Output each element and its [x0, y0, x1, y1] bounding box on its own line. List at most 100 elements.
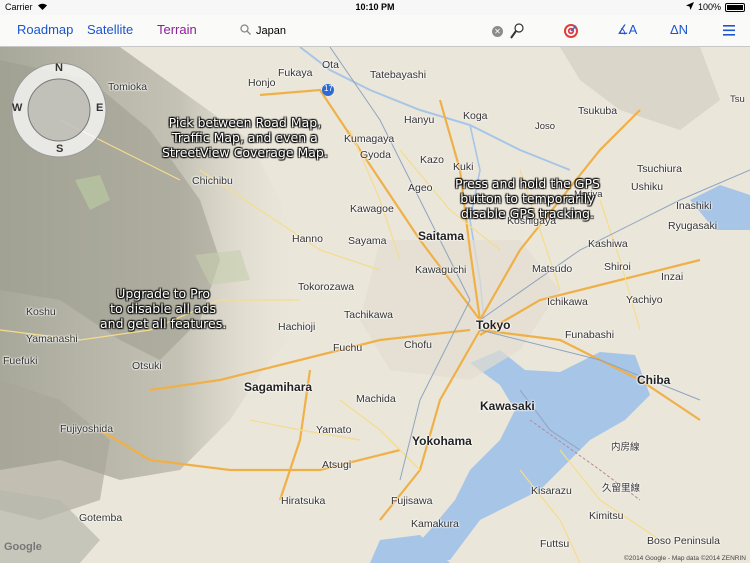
- place-label: Kuki: [453, 161, 474, 173]
- place-label: Koshu: [26, 306, 56, 318]
- compass-north-label: N: [55, 62, 63, 74]
- menu-icon[interactable]: [723, 24, 735, 39]
- compass-south-label: S: [56, 143, 64, 155]
- place-label: Joso: [535, 121, 556, 132]
- place-label: 久留里線: [602, 483, 641, 494]
- place-label: Boso Peninsula: [647, 535, 720, 547]
- place-label: Sayama: [348, 235, 387, 247]
- status-right: 100%: [685, 2, 745, 12]
- google-logo: Google: [4, 541, 42, 553]
- delta-button[interactable]: ΔN: [670, 22, 688, 37]
- search-icon: [240, 24, 256, 38]
- place-label: Kawaguchi: [415, 264, 467, 276]
- place-label: Fuchu: [333, 342, 363, 354]
- place-label: Gotemba: [79, 512, 123, 524]
- place-label: Tomioka: [108, 81, 148, 93]
- road-map-tip: Pick between Road Map, Traffic Map, and …: [162, 115, 328, 160]
- search-bar[interactable]: ✕: [240, 20, 503, 42]
- place-label: Tsukuba: [578, 105, 618, 117]
- compass-east-label: E: [96, 102, 104, 114]
- place-label: Chofu: [404, 339, 433, 351]
- place-label: Fujiyoshida: [60, 423, 114, 435]
- upgrade-tip: Upgrade to Pro to disable all ads and ge…: [100, 286, 226, 331]
- place-label: Inashiki: [676, 200, 712, 212]
- place-label: Futtsu: [540, 538, 570, 550]
- tip-line: button to temporarily: [460, 191, 595, 206]
- place-label: Yamanashi: [26, 333, 78, 345]
- place-label: Kashiwa: [588, 238, 628, 250]
- place-label: Kisarazu: [531, 485, 572, 497]
- place-label: Inzai: [661, 271, 684, 283]
- map-view[interactable]: 17 Ota Tomioka Honjo Fukaya Tatebayashi Koga H…: [0, 47, 750, 563]
- place-label: Tsu: [730, 94, 745, 105]
- battery-icon: [725, 2, 745, 12]
- tip-line: Traffic Map, and even a: [172, 130, 318, 145]
- place-label: Funabashi: [565, 329, 615, 341]
- place-label: Kumagaya: [344, 133, 395, 145]
- place-label: Machida: [356, 393, 396, 405]
- place-label: Atsugi: [322, 459, 352, 471]
- place-label: Hiratsuka: [281, 495, 326, 507]
- place-label: Tokorozawa: [298, 281, 355, 293]
- place-label: Otsuki: [132, 360, 162, 372]
- magnifier-icon[interactable]: [510, 23, 524, 42]
- place-label: Fujisawa: [391, 495, 433, 507]
- tip-line: Pick between Road Map,: [168, 115, 322, 130]
- compass[interactable]: N E S W: [9, 60, 109, 160]
- place-label: Ageo: [408, 182, 433, 194]
- tip-line: Upgrade to Pro: [116, 286, 210, 301]
- place-label: Matsudo: [532, 263, 573, 275]
- place-label: Chichibu: [192, 175, 233, 187]
- place-label: Yamato: [316, 424, 352, 436]
- place-label: Tachikawa: [344, 309, 394, 321]
- highway-17-label: 17: [324, 84, 333, 93]
- place-label: Hachioji: [278, 321, 316, 333]
- place-label: Ushiku: [631, 181, 664, 193]
- tip-line: to disable all ads: [110, 301, 217, 316]
- place-label: Ota: [322, 59, 339, 71]
- place-label: Ryugasaki: [668, 220, 718, 232]
- place-label: Kawagoe: [350, 203, 394, 215]
- status-time: 10:10 PM: [355, 2, 395, 12]
- place-label: Fuefuki: [3, 355, 38, 367]
- place-label: Saitama: [418, 229, 465, 243]
- location-arrow-icon: [685, 2, 694, 12]
- compass-west-label: W: [12, 102, 23, 114]
- map-copyright: ©2014 Google - Map data ©2014 ZENRIN: [624, 555, 746, 562]
- place-label: Tatebayashi: [370, 69, 427, 81]
- place-label: Kawasaki: [480, 399, 535, 413]
- gps-tip: Press and hold the GPS button to tempora…: [455, 176, 600, 221]
- gps-target-icon[interactable]: [563, 23, 579, 42]
- place-label: 内房線: [611, 442, 640, 453]
- place-label: Sagamihara: [244, 380, 313, 394]
- map-toolbar: Roadmap Satellite Terrain ✕ ∡A ΔN: [0, 15, 750, 47]
- place-label: Hanyu: [404, 114, 435, 126]
- battery-percent: 100%: [697, 2, 721, 12]
- angle-button[interactable]: ∡A: [617, 22, 637, 38]
- place-label: Honjo: [248, 77, 276, 89]
- place-label: Gyoda: [360, 149, 391, 161]
- place-label: Koga: [463, 110, 488, 122]
- place-label: Hanno: [292, 233, 323, 245]
- place-label: Ichikawa: [547, 296, 588, 308]
- terrain-button[interactable]: Terrain: [157, 22, 197, 37]
- satellite-button[interactable]: Satellite: [87, 22, 133, 37]
- tip-line: and get all features.: [100, 316, 227, 331]
- place-label: Fukaya: [278, 67, 313, 79]
- tip-line: StreetView Coverage Map.: [162, 145, 328, 160]
- status-bar: Carrier 10:10 PM 100%: [0, 0, 750, 15]
- search-input[interactable]: [256, 25, 492, 37]
- tip-line: disable GPS tracking.: [461, 206, 594, 221]
- place-label: Chiba: [637, 373, 671, 387]
- clear-search-icon[interactable]: ✕: [492, 25, 503, 37]
- place-label: Shiroi: [604, 261, 631, 273]
- place-label: Yachiyo: [626, 294, 663, 306]
- place-label: Tsuchiura: [637, 163, 682, 175]
- place-label: Kamakura: [411, 518, 459, 530]
- place-label: Yokohama: [412, 434, 472, 448]
- place-label: Kazo: [420, 154, 444, 166]
- roadmap-button[interactable]: Roadmap: [17, 22, 73, 37]
- place-label: Tokyo: [476, 318, 511, 332]
- place-label: Kimitsu: [589, 510, 624, 522]
- tip-line: Press and hold the GPS: [455, 176, 600, 191]
